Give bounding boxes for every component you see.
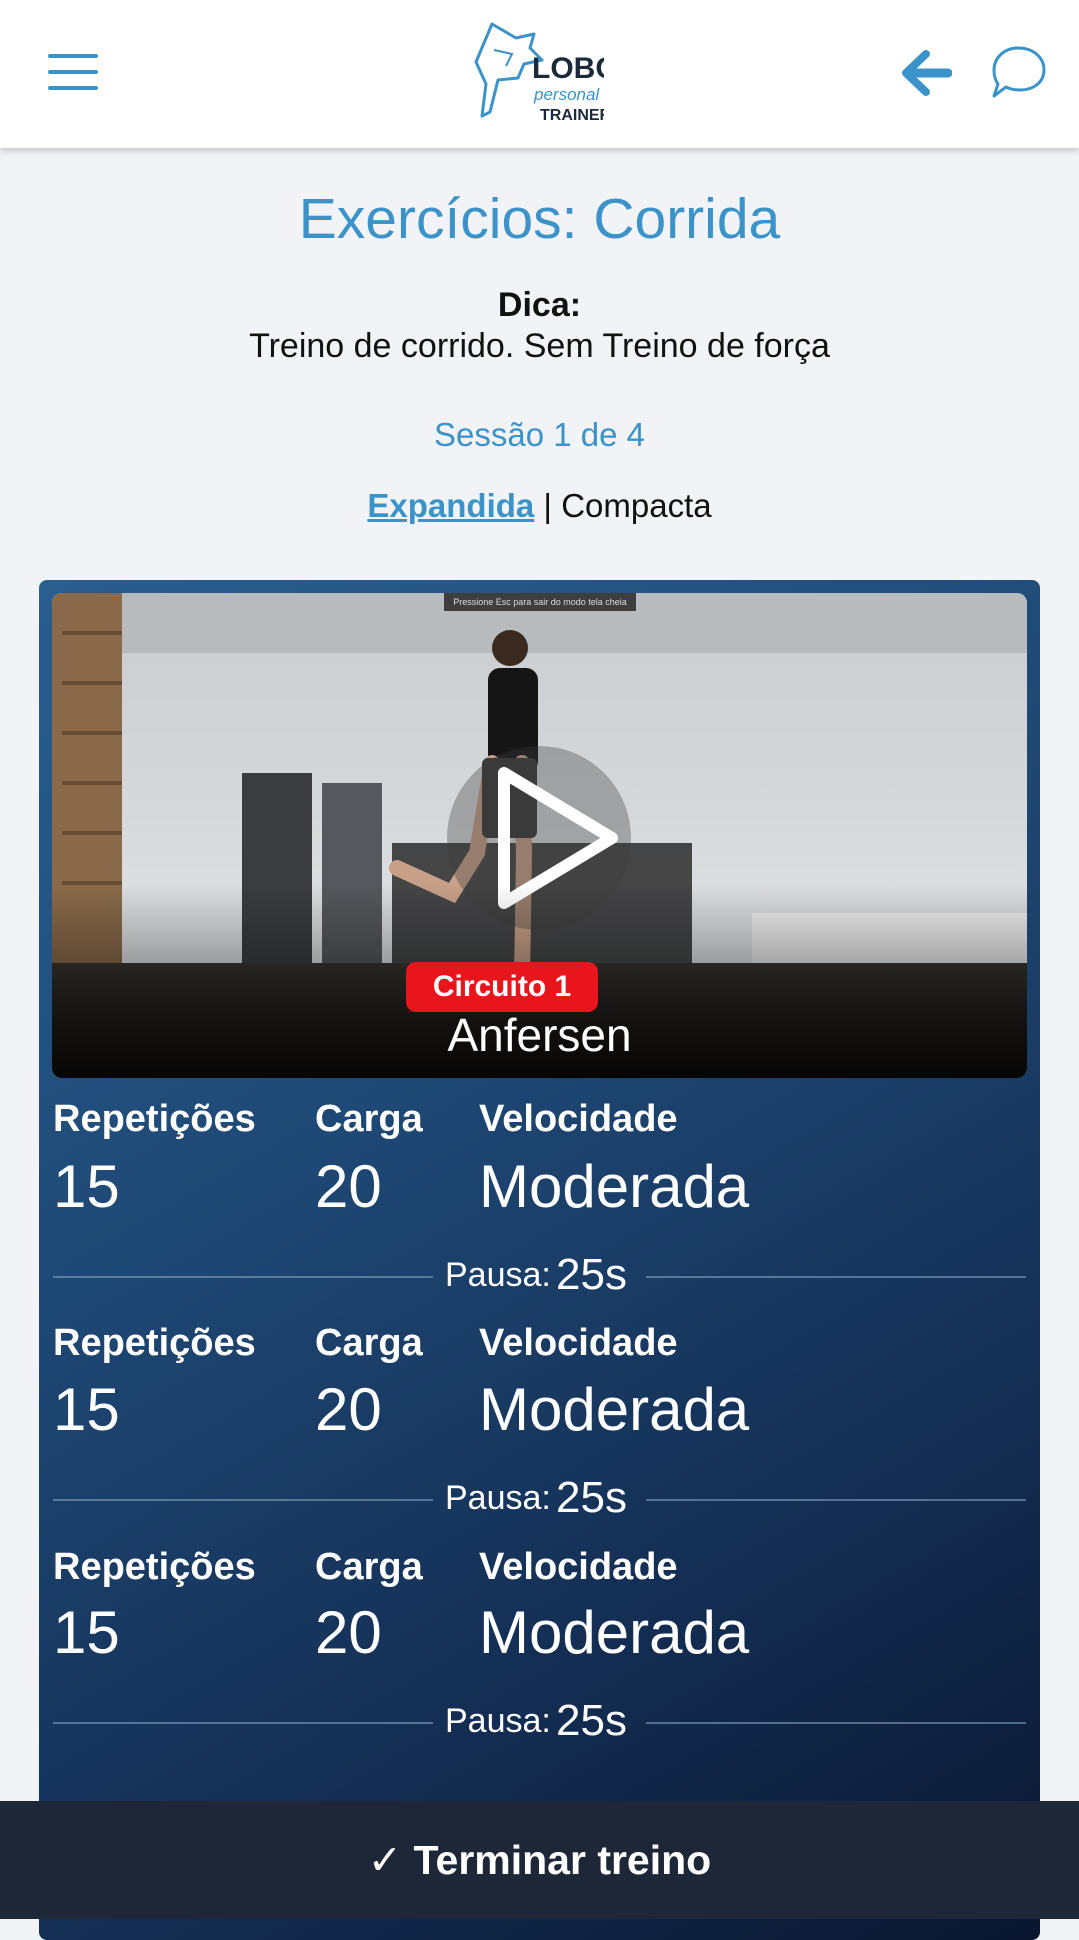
pause-divider	[646, 1276, 1026, 1278]
hamburger-menu-icon[interactable]	[48, 54, 98, 92]
chat-bubble-icon[interactable]	[990, 44, 1046, 100]
pause-divider	[53, 1499, 433, 1501]
reps-label: Repetições	[53, 1098, 256, 1140]
pause-divider	[646, 1499, 1026, 1501]
reps-label: Repetições	[53, 1322, 256, 1364]
load-value: 20	[315, 1153, 382, 1220]
lobo-logo: LOBO personal TRAINER	[474, 22, 604, 124]
page-title: Exercícios: Corrida	[298, 187, 781, 251]
circuit-badge: Circuito 1	[406, 962, 598, 1012]
pause-value: 25s	[556, 1696, 627, 1745]
pause-value: 25s	[556, 1250, 627, 1299]
session-indicator: Sessão 1 de 4	[434, 416, 645, 453]
svg-text:TRAINER: TRAINER	[540, 107, 604, 124]
reps-value: 15	[53, 1376, 120, 1443]
pause-divider	[53, 1276, 433, 1278]
speed-label: Velocidade	[479, 1098, 678, 1140]
load-label: Carga	[315, 1546, 423, 1588]
speed-label: Velocidade	[479, 1546, 678, 1588]
svg-text:personal: personal	[533, 85, 600, 104]
pause-divider	[646, 1722, 1026, 1724]
reps-value: 15	[53, 1153, 120, 1220]
pause-divider	[53, 1722, 433, 1724]
tip-label: Dica:	[497, 286, 582, 324]
view-mode-toggle: Expandida | Compacta	[0, 487, 1079, 525]
svg-text:LOBO: LOBO	[532, 52, 604, 85]
view-expanded-link[interactable]: Expandida	[367, 487, 534, 524]
finish-workout-button[interactable]: ✓ Terminar treino	[0, 1801, 1079, 1919]
tip-text: Treino de corrido. Sem Treino de força	[249, 327, 830, 365]
load-label: Carga	[315, 1098, 423, 1140]
reps-label: Repetições	[53, 1546, 256, 1588]
speed-label: Velocidade	[479, 1322, 678, 1364]
app-header: LOBO personal TRAINER	[0, 0, 1079, 148]
load-value: 20	[315, 1599, 382, 1666]
reps-value: 15	[53, 1599, 120, 1666]
pause-label: Pausa:	[445, 1479, 551, 1517]
view-compact-link[interactable]: Compacta	[561, 487, 711, 524]
load-label: Carga	[315, 1322, 423, 1364]
fullscreen-note: Pressione Esc para sair do modo tela che…	[444, 593, 636, 611]
speed-value: Moderada	[479, 1599, 750, 1666]
speed-value: Moderada	[479, 1376, 750, 1443]
speed-value: Moderada	[479, 1153, 750, 1220]
pause-value: 25s	[556, 1473, 627, 1522]
pause-label: Pausa:	[445, 1256, 551, 1294]
exercise-name: Anfersen	[447, 1009, 632, 1061]
pause-label: Pausa:	[445, 1702, 551, 1740]
view-separator: |	[534, 487, 562, 524]
load-value: 20	[315, 1376, 382, 1443]
arrow-left-icon[interactable]	[900, 48, 952, 98]
